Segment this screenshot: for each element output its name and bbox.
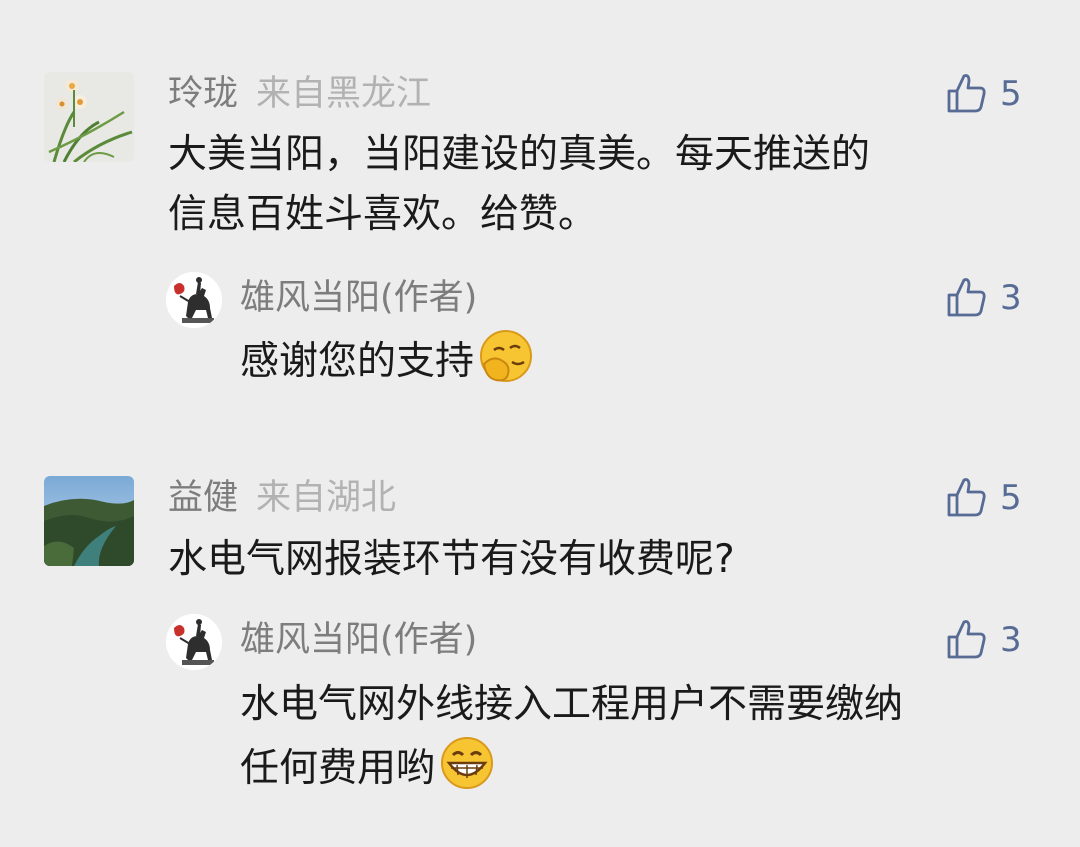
like-count: 5: [1000, 478, 1022, 518]
reply-text-line: 水电气网外线接入工程用户不需要缴纳: [240, 682, 904, 727]
comment-text: 水电气网报装环节有没有收费呢?: [168, 530, 735, 590]
comment-author-line: 益健 来自湖北: [168, 475, 396, 521]
shy-smile-emoji: [478, 328, 534, 384]
comment-list: 玲珑 来自黑龙江 5 大美当阳，当阳建设的真美。每天推送的 信息百姓斗喜欢。给赞。…: [0, 0, 1080, 847]
comment-author-line: 玲珑 来自黑龙江: [168, 71, 431, 117]
comment-nickname[interactable]: 益健: [168, 478, 238, 518]
reply-author-line: 雄风当阳(作者): [240, 275, 477, 321]
author-avatar[interactable]: [166, 614, 222, 670]
comment-location: 来自黑龙江: [256, 74, 432, 114]
comment-location: 来自湖北: [256, 478, 397, 518]
river-valley-icon: [44, 476, 134, 566]
orchid-flower-icon: [44, 72, 134, 162]
reply-text-content: 感谢您的支持: [240, 339, 475, 384]
horse-rider-statue-icon: [166, 272, 222, 328]
comment-nickname[interactable]: 玲珑: [168, 74, 238, 114]
horse-rider-statue-icon: [166, 614, 222, 670]
like-count: 3: [1000, 620, 1022, 660]
reply-text-line: 感谢您的支持: [240, 328, 534, 392]
thumbs-up-icon: [947, 278, 986, 317]
reply-text: 感谢您的支持: [240, 328, 534, 392]
river-avatar[interactable]: [44, 476, 134, 566]
like-count: 5: [1000, 74, 1022, 114]
reply-text-line: 任何费用哟: [240, 735, 903, 799]
grin-emoji: [439, 735, 495, 791]
thumbs-up-icon: [947, 620, 986, 659]
like-count: 3: [1000, 278, 1022, 318]
reply-text-content: 任何费用哟: [240, 746, 436, 791]
like-button[interactable]: 5: [944, 475, 1022, 521]
reply-nickname[interactable]: 雄风当阳(作者): [240, 620, 477, 660]
comment-text: 大美当阳，当阳建设的真美。每天推送的 信息百姓斗喜欢。给赞。: [168, 125, 870, 245]
like-button[interactable]: 3: [944, 275, 1022, 321]
comment-text-line: 大美当阳，当阳建设的真美。每天推送的: [168, 132, 871, 177]
reply-nickname[interactable]: 雄风当阳(作者): [240, 278, 477, 318]
reply-text: 水电气网外线接入工程用户不需要缴纳 任何费用哟: [240, 675, 903, 799]
thumbs-up-icon: [947, 74, 986, 113]
thumbs-up-icon: [947, 478, 986, 517]
comment-text-line: 信息百姓斗喜欢。给赞。: [168, 192, 598, 237]
author-avatar[interactable]: [166, 272, 222, 328]
reply-author-line: 雄风当阳(作者): [240, 617, 477, 663]
comment-text-line: 水电气网报装环节有没有收费呢?: [168, 537, 735, 582]
orchid-avatar[interactable]: [44, 72, 134, 162]
like-button[interactable]: 3: [944, 617, 1022, 663]
like-button[interactable]: 5: [944, 71, 1022, 117]
